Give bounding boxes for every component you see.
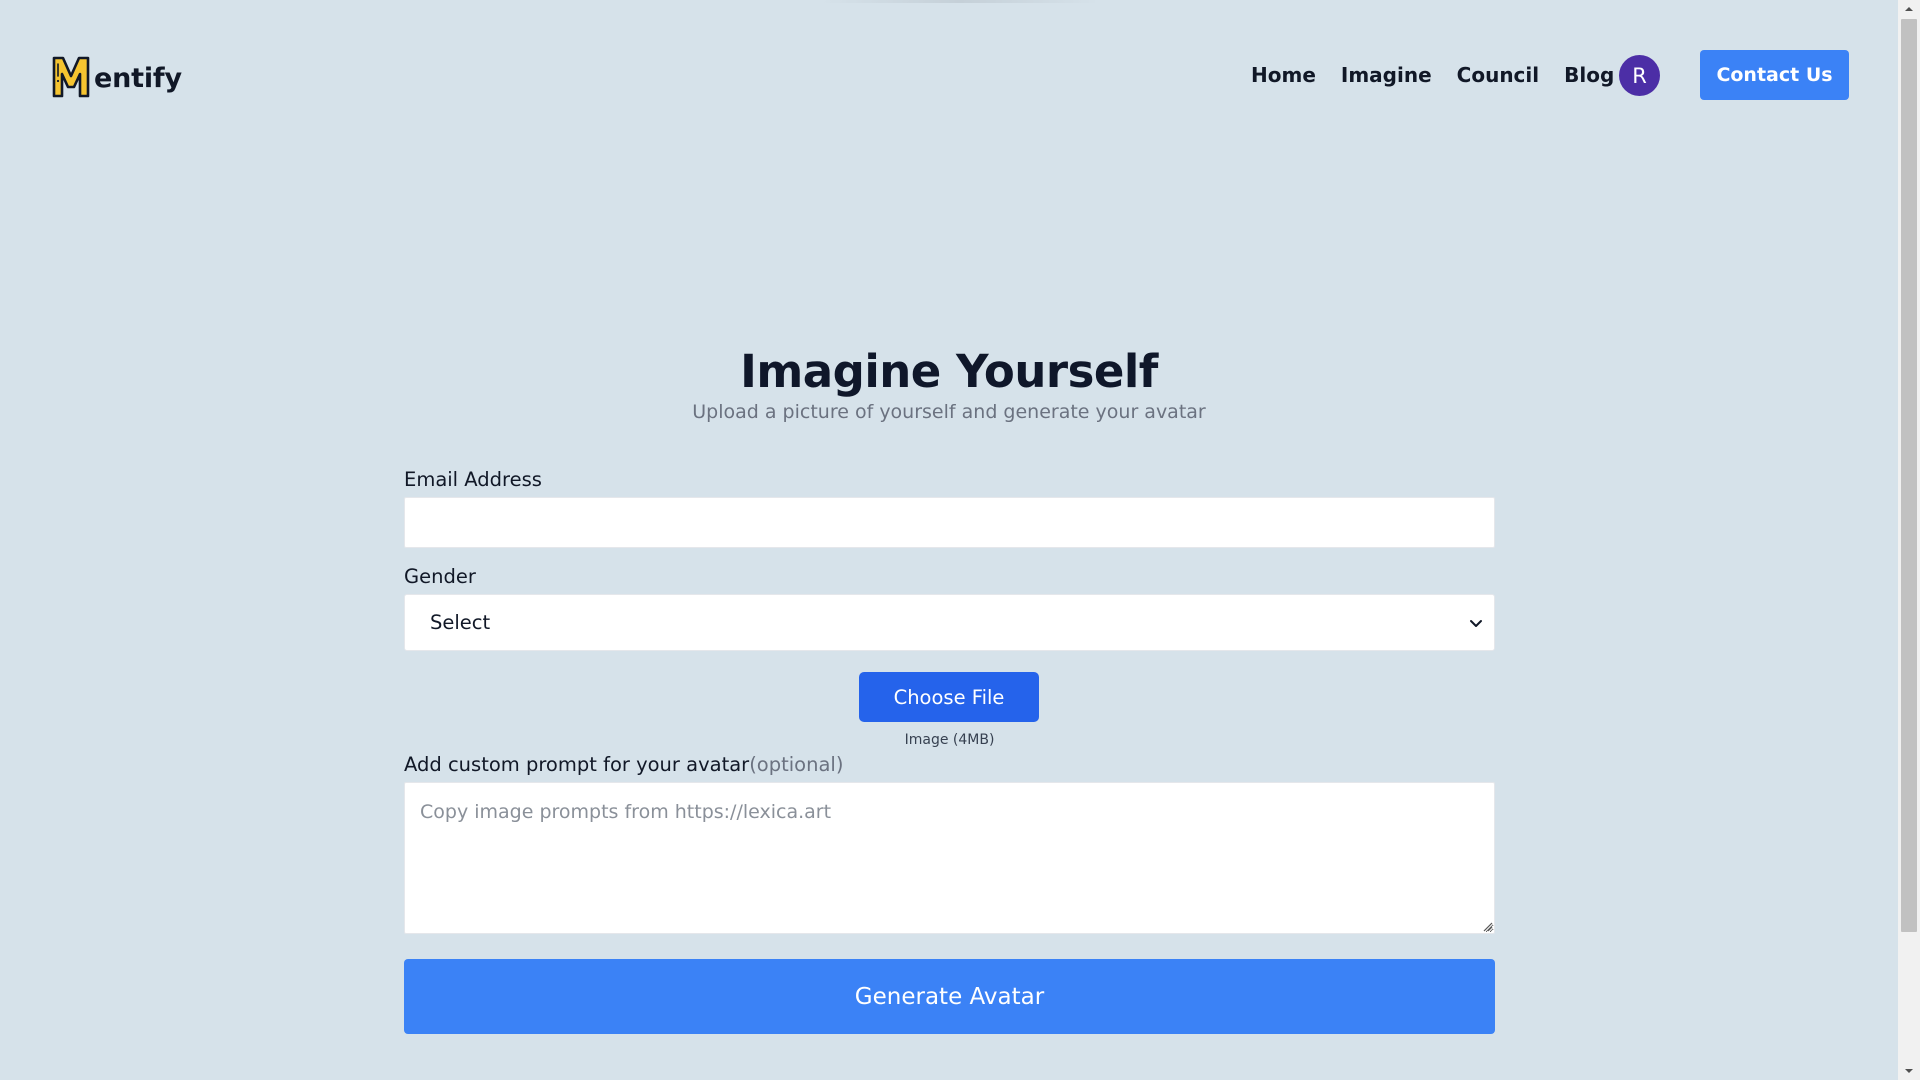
gender-label: Gender	[404, 565, 476, 588]
contact-us-button[interactable]: Contact Us	[1700, 50, 1849, 100]
file-size-hint: Image (4MB)	[904, 732, 995, 748]
generate-avatar-button[interactable]: Generate Avatar	[404, 959, 1495, 1034]
logo-m-icon	[52, 56, 90, 98]
main-nav: Home Imagine Council Blog	[1251, 58, 1614, 92]
user-avatar[interactable]: R	[1619, 55, 1660, 96]
nav-link-home[interactable]: Home	[1251, 63, 1316, 87]
scroll-up-arrow-icon[interactable]	[1898, 0, 1920, 18]
prompt-label-text: Add custom prompt for your avatar	[404, 753, 750, 776]
page-title: Imagine Yourself	[740, 345, 1158, 398]
page-subtitle: Upload a picture of yourself and generat…	[692, 401, 1206, 423]
resize-grip-icon[interactable]	[1483, 922, 1493, 932]
prompt-label: Add custom prompt for your avatar(option…	[404, 753, 843, 776]
brand-logo[interactable]: entify	[49, 52, 182, 100]
email-field[interactable]	[404, 497, 1495, 548]
custom-prompt-textarea[interactable]	[404, 782, 1495, 934]
choose-file-button[interactable]: Choose File	[859, 672, 1039, 722]
page-scrollbar[interactable]	[1898, 0, 1920, 1080]
chevron-down-icon	[1470, 620, 1482, 627]
brand-name: entify	[94, 62, 182, 94]
page: entify Home Imagine Council Blog R Conta…	[0, 0, 1920, 1080]
nav-link-blog[interactable]: Blog	[1564, 63, 1614, 87]
scroll-down-arrow-icon[interactable]	[1898, 1062, 1920, 1080]
nav-link-imagine[interactable]: Imagine	[1341, 63, 1432, 87]
scrollbar-thumb[interactable]	[1901, 19, 1917, 932]
nav-link-council[interactable]: Council	[1457, 63, 1539, 87]
site-header: entify Home Imagine Council Blog R Conta…	[0, 0, 1898, 150]
gender-select-value: Select	[430, 611, 491, 634]
gender-select[interactable]: Select	[404, 594, 1495, 651]
email-label: Email Address	[404, 468, 542, 491]
optional-tag: (optional)	[749, 753, 844, 776]
